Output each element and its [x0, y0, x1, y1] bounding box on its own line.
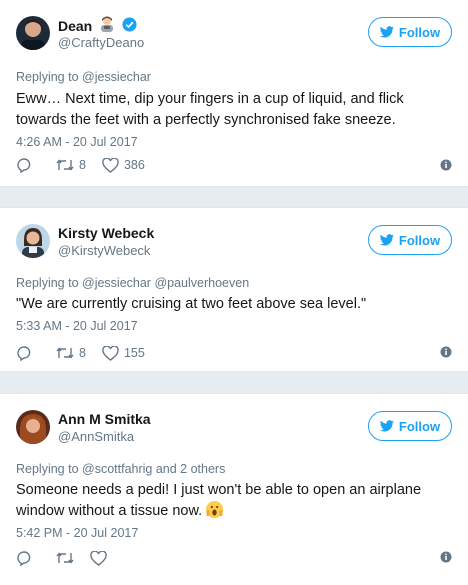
bird-icon: [379, 234, 394, 246]
like-button[interactable]: 386: [102, 157, 145, 173]
timestamp[interactable]: 5:42 PM - 20 Jul 2017: [16, 526, 138, 540]
heart-icon: [90, 550, 107, 566]
replying-to[interactable]: Replying to @scottfahrig and 2 others: [16, 462, 225, 476]
info-icon[interactable]: [440, 346, 452, 358]
follow-label: Follow: [398, 232, 441, 248]
like-count: 386: [123, 158, 145, 172]
retweet-button[interactable]: [56, 551, 74, 565]
display-name[interactable]: Kirsty Webeck: [58, 224, 154, 242]
emoji-icon: [98, 16, 116, 36]
like-count: 155: [123, 346, 145, 360]
info-icon[interactable]: [440, 159, 452, 171]
action-bar: [16, 549, 123, 567]
display-name-text[interactable]: Kirsty Webeck: [58, 224, 154, 242]
heart-icon: [102, 345, 119, 361]
replying-to[interactable]: Replying to @jessiechar: [16, 70, 151, 84]
reply-icon: [17, 346, 31, 361]
reply-icon: [17, 551, 31, 566]
follow-label: Follow: [398, 24, 441, 40]
like-button[interactable]: [90, 550, 107, 566]
retweet-count: 8: [79, 158, 86, 172]
user-handle[interactable]: @KirstyWebeck: [58, 243, 150, 259]
tweet-text: Eww… Next time, dip your fingers in a cu…: [16, 91, 404, 128]
bird-icon: [379, 420, 394, 432]
tweet-text: "We are currently cruising at two feet a…: [16, 296, 367, 312]
tweet-card: Ann M Smitka @AnnSmitka Follow Replying …: [0, 393, 468, 585]
reply-button[interactable]: [16, 550, 32, 566]
verified-badge-icon: [122, 16, 137, 36]
retweet-icon: [56, 552, 74, 564]
replying-to[interactable]: Replying to @jessiechar @paulverhoeven: [16, 276, 249, 290]
screaming-face-emoji-icon: [206, 501, 224, 518]
action-bar: 8 386: [16, 156, 161, 174]
retweet-button[interactable]: 8: [56, 158, 86, 172]
display-name-text[interactable]: Ann M Smitka: [58, 410, 151, 428]
avatar[interactable]: [16, 224, 50, 258]
bird-icon: [379, 26, 394, 38]
tweet-text: Someone needs a pedi! I just won't be ab…: [16, 480, 446, 522]
follow-button[interactable]: Follow: [368, 411, 452, 441]
follow-button[interactable]: Follow: [368, 225, 452, 255]
retweet-button[interactable]: 8: [56, 346, 86, 360]
like-button[interactable]: 155: [102, 345, 145, 361]
user-handle[interactable]: @AnnSmitka: [58, 429, 134, 445]
follow-button[interactable]: Follow: [368, 17, 452, 47]
tweet-card: Dean @CraftyDeano Follow Replying to @je…: [0, 0, 468, 187]
timestamp[interactable]: 4:26 AM - 20 Jul 2017: [16, 135, 138, 149]
action-bar: 8 155: [16, 344, 161, 362]
reply-icon: [17, 158, 31, 173]
display-name[interactable]: Dean: [58, 16, 137, 36]
display-name[interactable]: Ann M Smitka: [58, 410, 151, 428]
display-name-text[interactable]: Dean: [58, 17, 92, 35]
avatar[interactable]: [16, 410, 50, 444]
retweet-count: 8: [79, 346, 86, 360]
follow-label: Follow: [398, 418, 441, 434]
reply-button[interactable]: [16, 345, 32, 361]
heart-icon: [102, 157, 119, 173]
user-handle[interactable]: @CraftyDeano: [58, 35, 144, 51]
reply-button[interactable]: [16, 157, 32, 173]
retweet-icon: [56, 159, 74, 171]
tweet-card: Kirsty Webeck @KirstyWebeck Follow Reply…: [0, 207, 468, 372]
info-icon[interactable]: [440, 551, 452, 563]
avatar[interactable]: [16, 16, 50, 50]
retweet-icon: [56, 347, 74, 359]
timestamp[interactable]: 5:33 AM - 20 Jul 2017: [16, 319, 138, 333]
